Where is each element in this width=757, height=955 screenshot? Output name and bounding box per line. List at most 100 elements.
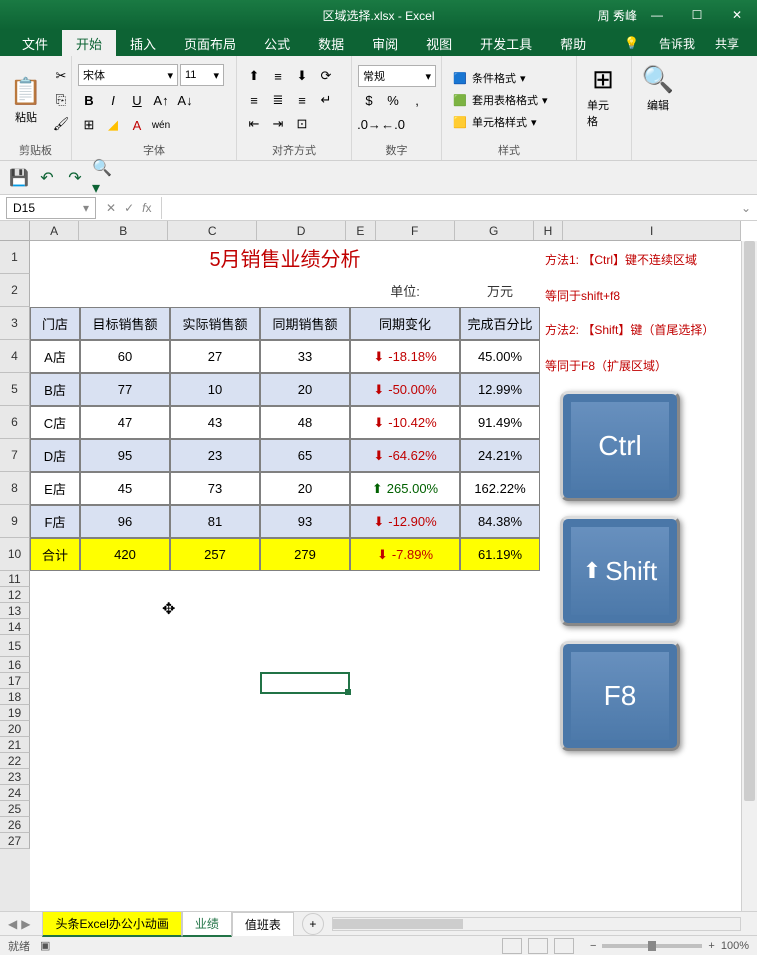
cut-icon[interactable]: ✂ [50, 65, 72, 87]
menu-view[interactable]: 视图 [412, 30, 466, 57]
row-header-20[interactable]: 20 [0, 721, 30, 737]
col-header-B[interactable]: B [79, 221, 168, 240]
row-header-16[interactable]: 16 [0, 657, 30, 673]
row-3-prev[interactable]: 65 [260, 439, 350, 472]
row-header-7[interactable]: 7 [0, 439, 30, 472]
tell-me[interactable]: 告诉我 [649, 35, 705, 52]
row-header-10[interactable]: 10 [0, 538, 30, 571]
add-sheet-button[interactable]: + [302, 913, 324, 935]
row-5-store[interactable]: F店 [30, 505, 80, 538]
row-header-3[interactable]: 3 [0, 307, 30, 340]
zoom-out-icon[interactable]: − [590, 940, 596, 952]
col-header-I[interactable]: I [563, 221, 741, 240]
col-header-H[interactable]: H [534, 221, 564, 240]
paste-button[interactable]: 📋 粘贴 [6, 60, 46, 140]
row-3-pct[interactable]: 24.21% [460, 439, 540, 472]
save-icon[interactable]: 💾 [8, 167, 30, 189]
merge-icon[interactable]: ⊡ [291, 113, 313, 135]
row-4-store[interactable]: E店 [30, 472, 80, 505]
qat-more-icon[interactable]: 🔍▾ [92, 167, 114, 189]
close-icon[interactable]: ✕ [717, 0, 757, 30]
increase-font-icon[interactable]: A↑ [150, 89, 172, 111]
fill-color-icon[interactable]: ◢ [102, 114, 124, 136]
border-icon[interactable]: ⊞ [78, 114, 100, 136]
zoom-slider[interactable] [602, 944, 702, 948]
decrease-font-icon[interactable]: A↓ [174, 89, 196, 111]
normal-view-icon[interactable] [502, 938, 522, 954]
row-0-change[interactable]: ⬇-18.18% [350, 340, 460, 373]
font-name-combo[interactable]: 宋体▾ [78, 64, 178, 86]
currency-icon[interactable]: $ [358, 89, 380, 111]
row-3-change[interactable]: ⬇-64.62% [350, 439, 460, 472]
row-5-actual[interactable]: 81 [170, 505, 260, 538]
sheet-tab-1[interactable]: 业绩 [182, 911, 232, 937]
total-target[interactable]: 420 [80, 538, 170, 571]
row-header-22[interactable]: 22 [0, 753, 30, 769]
maximize-icon[interactable]: ☐ [677, 0, 717, 30]
table-header-5[interactable]: 完成百分比 [460, 307, 540, 340]
row-4-change[interactable]: ⬆265.00% [350, 472, 460, 505]
zoom-in-icon[interactable]: + [708, 940, 714, 952]
decrease-decimal-icon[interactable]: ←.0 [382, 113, 404, 135]
copy-icon[interactable]: ⎘ [50, 89, 72, 111]
name-box[interactable]: D15▾ [6, 197, 96, 219]
row-3-actual[interactable]: 23 [170, 439, 260, 472]
row-header-1[interactable]: 1 [0, 241, 30, 274]
unit-label[interactable]: 单位: [350, 274, 460, 307]
bold-icon[interactable]: B [78, 89, 100, 111]
row-header-21[interactable]: 21 [0, 737, 30, 753]
table-header-1[interactable]: 目标销售额 [80, 307, 170, 340]
table-header-4[interactable]: 同期变化 [350, 307, 460, 340]
underline-icon[interactable]: U [126, 89, 148, 111]
menu-data[interactable]: 数据 [304, 30, 358, 57]
row-header-25[interactable]: 25 [0, 801, 30, 817]
spreadsheet-grid[interactable]: ABCDEFGHI 123456789101112131415161718192… [0, 221, 757, 911]
col-header-G[interactable]: G [455, 221, 534, 240]
record-macro-icon[interactable]: ▣ [40, 939, 50, 952]
enter-formula-icon[interactable]: ✓ [124, 201, 134, 215]
menu-help[interactable]: 帮助 [546, 30, 600, 57]
row-1-change[interactable]: ⬇-50.00% [350, 373, 460, 406]
align-middle-icon[interactable]: ≡ [267, 65, 289, 87]
table-title[interactable]: 5月销售业绩分析 [30, 241, 540, 274]
row-header-19[interactable]: 19 [0, 705, 30, 721]
row-2-target[interactable]: 47 [80, 406, 170, 439]
row-2-change[interactable]: ⬇-10.42% [350, 406, 460, 439]
row-4-actual[interactable]: 73 [170, 472, 260, 505]
phonetic-icon[interactable]: wén [150, 114, 172, 136]
vertical-scrollbar[interactable] [741, 241, 757, 911]
menu-dev[interactable]: 开发工具 [466, 30, 546, 57]
row-4-target[interactable]: 45 [80, 472, 170, 505]
row-header-6[interactable]: 6 [0, 406, 30, 439]
row-headers[interactable]: 1234567891011121314151617181920212223242… [0, 241, 30, 911]
format-table-button[interactable]: 🟩套用表格格式▾ [448, 91, 570, 109]
italic-icon[interactable]: I [102, 89, 124, 111]
row-header-9[interactable]: 9 [0, 505, 30, 538]
row-5-change[interactable]: ⬇-12.90% [350, 505, 460, 538]
row-0-store[interactable]: A店 [30, 340, 80, 373]
row-3-target[interactable]: 95 [80, 439, 170, 472]
align-top-icon[interactable]: ⬆ [243, 65, 265, 87]
undo-icon[interactable]: ↶ [36, 167, 58, 189]
tab-nav-next-icon[interactable]: ▶ [21, 917, 30, 931]
row-4-pct[interactable]: 162.22% [460, 472, 540, 505]
col-header-C[interactable]: C [168, 221, 257, 240]
row-header-14[interactable]: 14 [0, 619, 30, 635]
row-header-23[interactable]: 23 [0, 769, 30, 785]
align-center-icon[interactable]: ≣ [267, 89, 289, 111]
cell-styles-button[interactable]: 🟨单元格样式▾ [448, 113, 570, 131]
row-header-17[interactable]: 17 [0, 673, 30, 689]
row-4-prev[interactable]: 20 [260, 472, 350, 505]
row-1-pct[interactable]: 12.99% [460, 373, 540, 406]
align-left-icon[interactable]: ≡ [243, 89, 265, 111]
table-header-2[interactable]: 实际销售额 [170, 307, 260, 340]
page-break-view-icon[interactable] [554, 938, 574, 954]
row-0-prev[interactable]: 33 [260, 340, 350, 373]
font-color-icon[interactable]: A [126, 114, 148, 136]
cells-area[interactable]: 5月销售业绩分析单位:万元门店目标销售额实际销售额同期销售额同期变化完成百分比A… [30, 241, 741, 911]
row-header-4[interactable]: 4 [0, 340, 30, 373]
expand-formula-icon[interactable]: ⌄ [735, 201, 757, 215]
cells-button[interactable]: ⊞ 单元格 [583, 60, 623, 133]
row-header-13[interactable]: 13 [0, 603, 30, 619]
orientation-icon[interactable]: ⟳ [315, 65, 337, 87]
